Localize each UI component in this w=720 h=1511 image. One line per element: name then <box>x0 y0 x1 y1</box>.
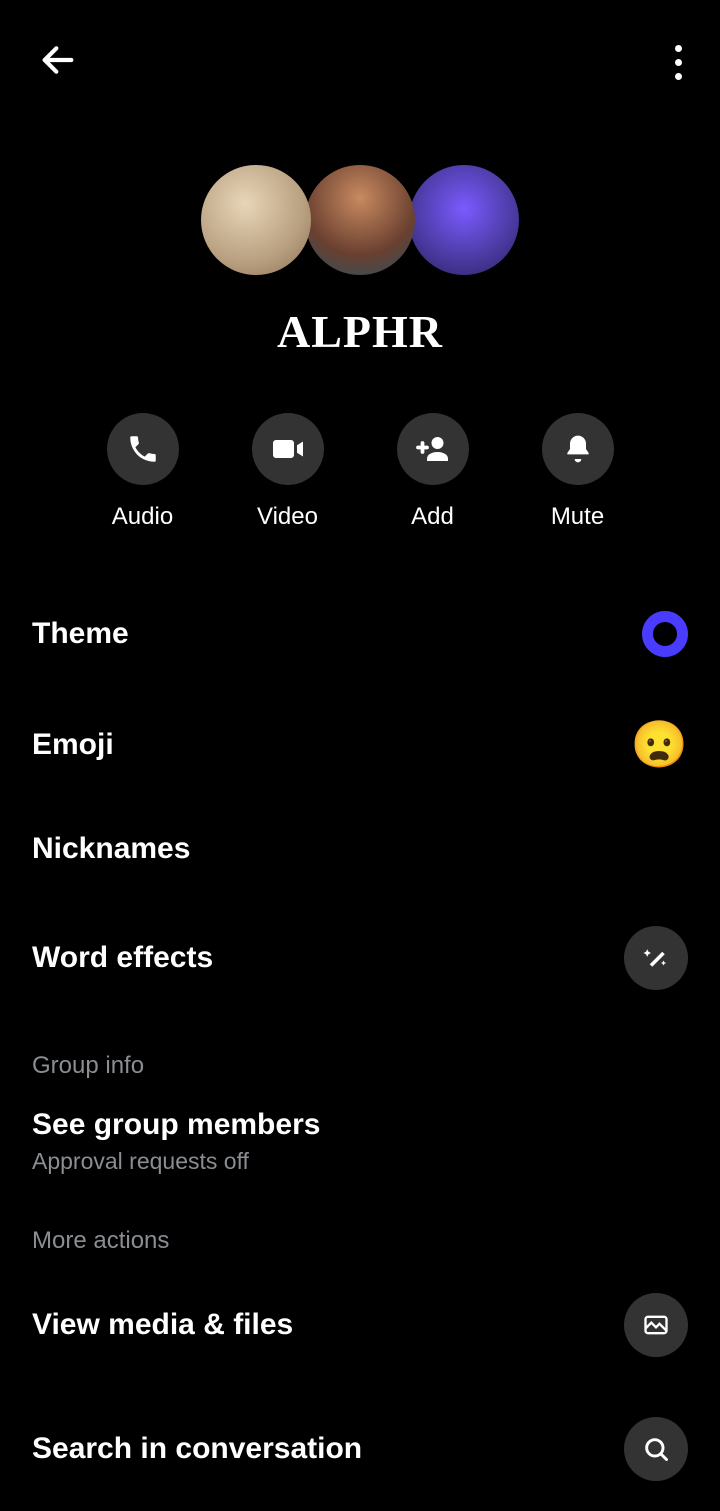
search-label: Search in conversation <box>32 1432 362 1466</box>
see-group-members-row[interactable]: See group members Approval requests off <box>32 1088 688 1195</box>
theme-label: Theme <box>32 617 129 651</box>
bell-icon <box>542 413 614 485</box>
add-label: Add <box>411 503 454 531</box>
approval-status: Approval requests off <box>32 1148 249 1175</box>
more-actions-header: More actions <box>32 1195 688 1263</box>
member-avatar <box>305 165 415 275</box>
view-media-label: View media & files <box>32 1308 293 1342</box>
add-person-icon <box>397 413 469 485</box>
group-avatars <box>0 165 720 275</box>
search-icon <box>624 1417 688 1481</box>
word-effects-label: Word effects <box>32 941 213 975</box>
header <box>0 0 720 105</box>
audio-label: Audio <box>112 503 173 531</box>
group-title: ALPHR <box>0 305 720 358</box>
word-effects-row[interactable]: Word effects <box>32 896 688 1020</box>
emoji-row[interactable]: Emoji 😦 <box>32 687 688 802</box>
search-conversation-row[interactable]: Search in conversation <box>32 1387 688 1511</box>
magic-wand-icon <box>624 926 688 990</box>
mute-label: Mute <box>551 503 604 531</box>
image-icon <box>624 1293 688 1357</box>
back-arrow-icon[interactable] <box>38 40 78 85</box>
theme-row[interactable]: Theme <box>32 581 688 687</box>
member-avatar <box>201 165 311 275</box>
phone-icon <box>107 413 179 485</box>
nicknames-label: Nicknames <box>32 832 190 866</box>
group-info-header: Group info <box>32 1020 688 1088</box>
video-label: Video <box>257 503 318 531</box>
emoji-label: Emoji <box>32 728 114 762</box>
emoji-glyph: 😦 <box>631 717 688 772</box>
view-media-row[interactable]: View media & files <box>32 1263 688 1387</box>
nicknames-row[interactable]: Nicknames <box>32 802 688 896</box>
theme-color-indicator <box>642 611 688 657</box>
audio-button[interactable]: Audio <box>107 413 179 531</box>
member-avatar <box>409 165 519 275</box>
video-button[interactable]: Video <box>252 413 324 531</box>
kebab-menu-icon[interactable] <box>675 45 682 80</box>
see-members-label: See group members <box>32 1108 320 1142</box>
settings-list: Theme Emoji 😦 Nicknames Word effects Gro… <box>0 581 720 1511</box>
quick-actions: Audio Video Add Mute <box>0 413 720 531</box>
add-button[interactable]: Add <box>397 413 469 531</box>
mute-button[interactable]: Mute <box>542 413 614 531</box>
video-icon <box>252 413 324 485</box>
